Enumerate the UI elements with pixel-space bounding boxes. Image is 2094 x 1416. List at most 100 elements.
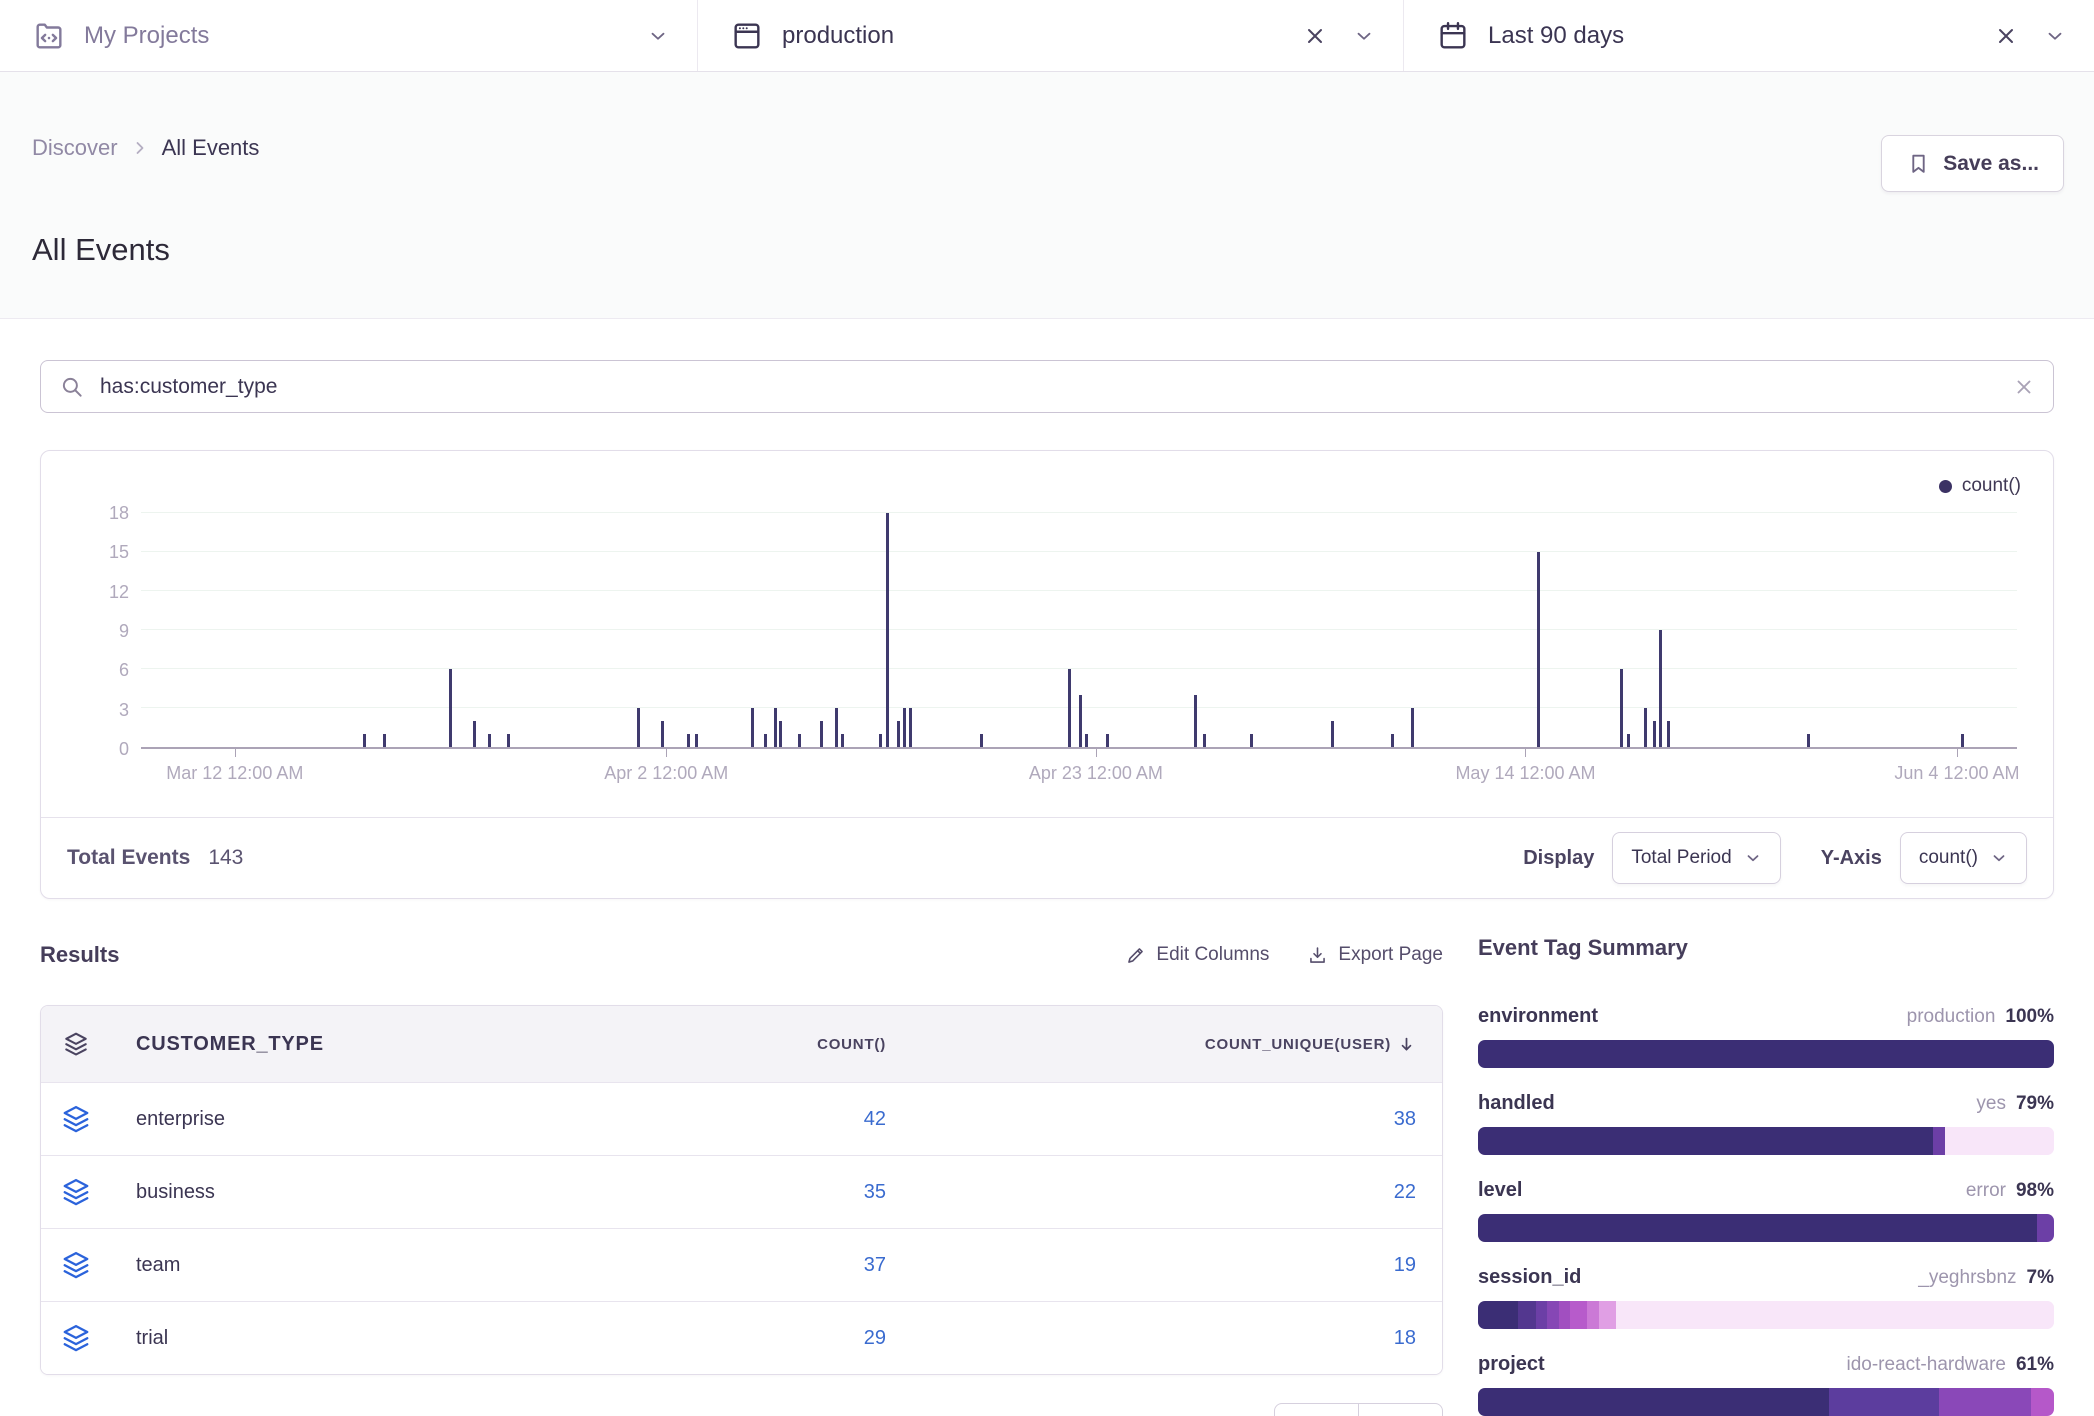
environment-selector[interactable]: production [697, 0, 1403, 71]
display-dropdown[interactable]: Total Period [1612, 832, 1780, 884]
previous-page-button[interactable] [1274, 1403, 1359, 1416]
chevron-down-icon[interactable] [1353, 25, 1375, 47]
tag-group: session_id_yeghrsbnz7% [1478, 1266, 2054, 1329]
y-axis-label: Y-Axis [1821, 847, 1882, 870]
tag-bar[interactable] [1478, 1040, 2054, 1068]
chart-bar [488, 734, 491, 747]
pagination [40, 1403, 1443, 1416]
clear-date-range-icon[interactable] [1994, 24, 2018, 48]
search-input[interactable] [100, 375, 1998, 399]
chevron-down-icon[interactable] [647, 25, 669, 47]
edit-columns-button[interactable]: Edit Columns [1125, 944, 1269, 966]
chart-bar [798, 734, 801, 747]
tag-percent: 79% [2016, 1093, 2054, 1114]
project-selector[interactable]: My Projects [0, 0, 697, 71]
chart-bar [903, 708, 906, 747]
chart-bar [1331, 721, 1334, 747]
tag-percent: 98% [2016, 1180, 2054, 1201]
tag-top-value: error 98% [1966, 1180, 2054, 1202]
save-as-button[interactable]: Save as... [1881, 135, 2064, 192]
x-tick-mark [235, 749, 236, 757]
row-icon-cell[interactable] [41, 1177, 111, 1207]
page-title: All Events [32, 232, 170, 268]
tag-value-label: ido-react-hardware [1847, 1354, 2006, 1375]
x-tick-mark [1957, 749, 1958, 757]
layers-icon [61, 1323, 91, 1353]
tag-group: level error 98% [1478, 1179, 2054, 1242]
tag-bar-segment [1536, 1301, 1548, 1329]
chart-bar [751, 708, 754, 747]
chart-legend[interactable]: count() [1939, 475, 2021, 497]
row-icon-cell[interactable] [41, 1250, 111, 1280]
chart-bar [383, 734, 386, 747]
count-unique-cell[interactable]: 22 [914, 1181, 1443, 1204]
row-icon-cell[interactable] [41, 1104, 111, 1134]
chart-bar [1411, 708, 1414, 747]
tag-bar-segment [1829, 1388, 1938, 1416]
column-header-count-unique[interactable]: COUNT_UNIQUE(USER) [914, 1035, 1443, 1054]
tag-top-value: ido-react-hardware 61% [1847, 1354, 2055, 1376]
column-header-count[interactable]: COUNT() [584, 1036, 914, 1053]
display-dropdown-value: Total Period [1631, 847, 1731, 869]
count-unique-cell[interactable]: 18 [914, 1327, 1443, 1350]
tag-percent: 61% [2016, 1354, 2054, 1375]
tag-bar-segment [1518, 1301, 1535, 1329]
tag-name: level [1478, 1179, 1522, 1202]
results-heading: Results [40, 942, 119, 968]
count-cell[interactable]: 37 [584, 1254, 914, 1277]
tag-bar[interactable] [1478, 1214, 2054, 1242]
clear-search-icon[interactable] [2013, 376, 2035, 398]
tag-value-label: error [1966, 1180, 2006, 1201]
results-section: Results Edit Columns Export Page [40, 935, 1443, 1416]
edit-columns-label: Edit Columns [1156, 944, 1269, 966]
column-header-customer-type[interactable]: CUSTOMER_TYPE [111, 1033, 584, 1056]
breadcrumb-current: All Events [162, 135, 260, 161]
count-cell[interactable]: 42 [584, 1108, 914, 1131]
table-row: business3522 [41, 1155, 1442, 1228]
chart-bar [637, 708, 640, 747]
row-icon-cell[interactable] [41, 1323, 111, 1353]
tag-bar[interactable] [1478, 1388, 2054, 1416]
tag-summary-list: environmentproduction100%handledyes79%le… [1478, 1005, 2054, 1416]
count-cell[interactable]: 29 [584, 1327, 914, 1350]
tag-bar-segment [1547, 1301, 1559, 1329]
tag-percent: 7% [2027, 1267, 2054, 1288]
tag-percent: 100% [2005, 1006, 2054, 1027]
clear-environment-icon[interactable] [1303, 24, 1327, 48]
chart-bar [886, 513, 889, 747]
tag-top-value: production100% [1907, 1006, 2054, 1028]
count-unique-cell[interactable]: 38 [914, 1108, 1443, 1131]
y-axis-dropdown[interactable]: count() [1900, 832, 2027, 884]
chart-bar [1085, 734, 1088, 747]
table-row: enterprise4238 [41, 1082, 1442, 1155]
tag-bar[interactable] [1478, 1301, 2054, 1329]
y-axis-tick-label: 18 [41, 502, 129, 524]
y-axis-tick-label: 0 [41, 738, 129, 760]
chart-bar [363, 734, 366, 747]
tag-bar-segment [1599, 1301, 1616, 1329]
x-axis-tick-label: Apr 2 12:00 AM [604, 763, 728, 784]
total-events-label: Total Events [67, 846, 190, 870]
tag-bar-segment [1478, 1388, 1829, 1416]
next-page-button[interactable] [1358, 1403, 1443, 1416]
tag-bar-segment [1570, 1301, 1587, 1329]
export-page-button[interactable]: Export Page [1307, 944, 1443, 966]
date-range-selector[interactable]: Last 90 days [1403, 0, 2094, 71]
chevron-right-icon [130, 138, 150, 158]
chevron-down-icon[interactable] [2044, 25, 2066, 47]
customer-type-cell: business [111, 1181, 584, 1204]
tag-bar-segment [1616, 1301, 2054, 1329]
chart-y-axis: 0369121518 [41, 451, 129, 819]
chart-bar [764, 734, 767, 747]
breadcrumb-discover-link[interactable]: Discover [32, 135, 118, 161]
count-cell[interactable]: 35 [584, 1181, 914, 1204]
page-header: Discover All Events Save as... All Event… [0, 72, 2094, 319]
chart-bar [449, 669, 452, 747]
tag-summary-section: Event Tag Summary environmentproduction1… [1478, 935, 2054, 1416]
x-tick-mark [1525, 749, 1526, 757]
count-unique-cell[interactable]: 19 [914, 1254, 1443, 1277]
gridline [141, 590, 2017, 591]
tag-bar[interactable] [1478, 1127, 2054, 1155]
y-axis-tick-label: 9 [41, 620, 129, 642]
tag-group: handledyes79% [1478, 1092, 2054, 1155]
